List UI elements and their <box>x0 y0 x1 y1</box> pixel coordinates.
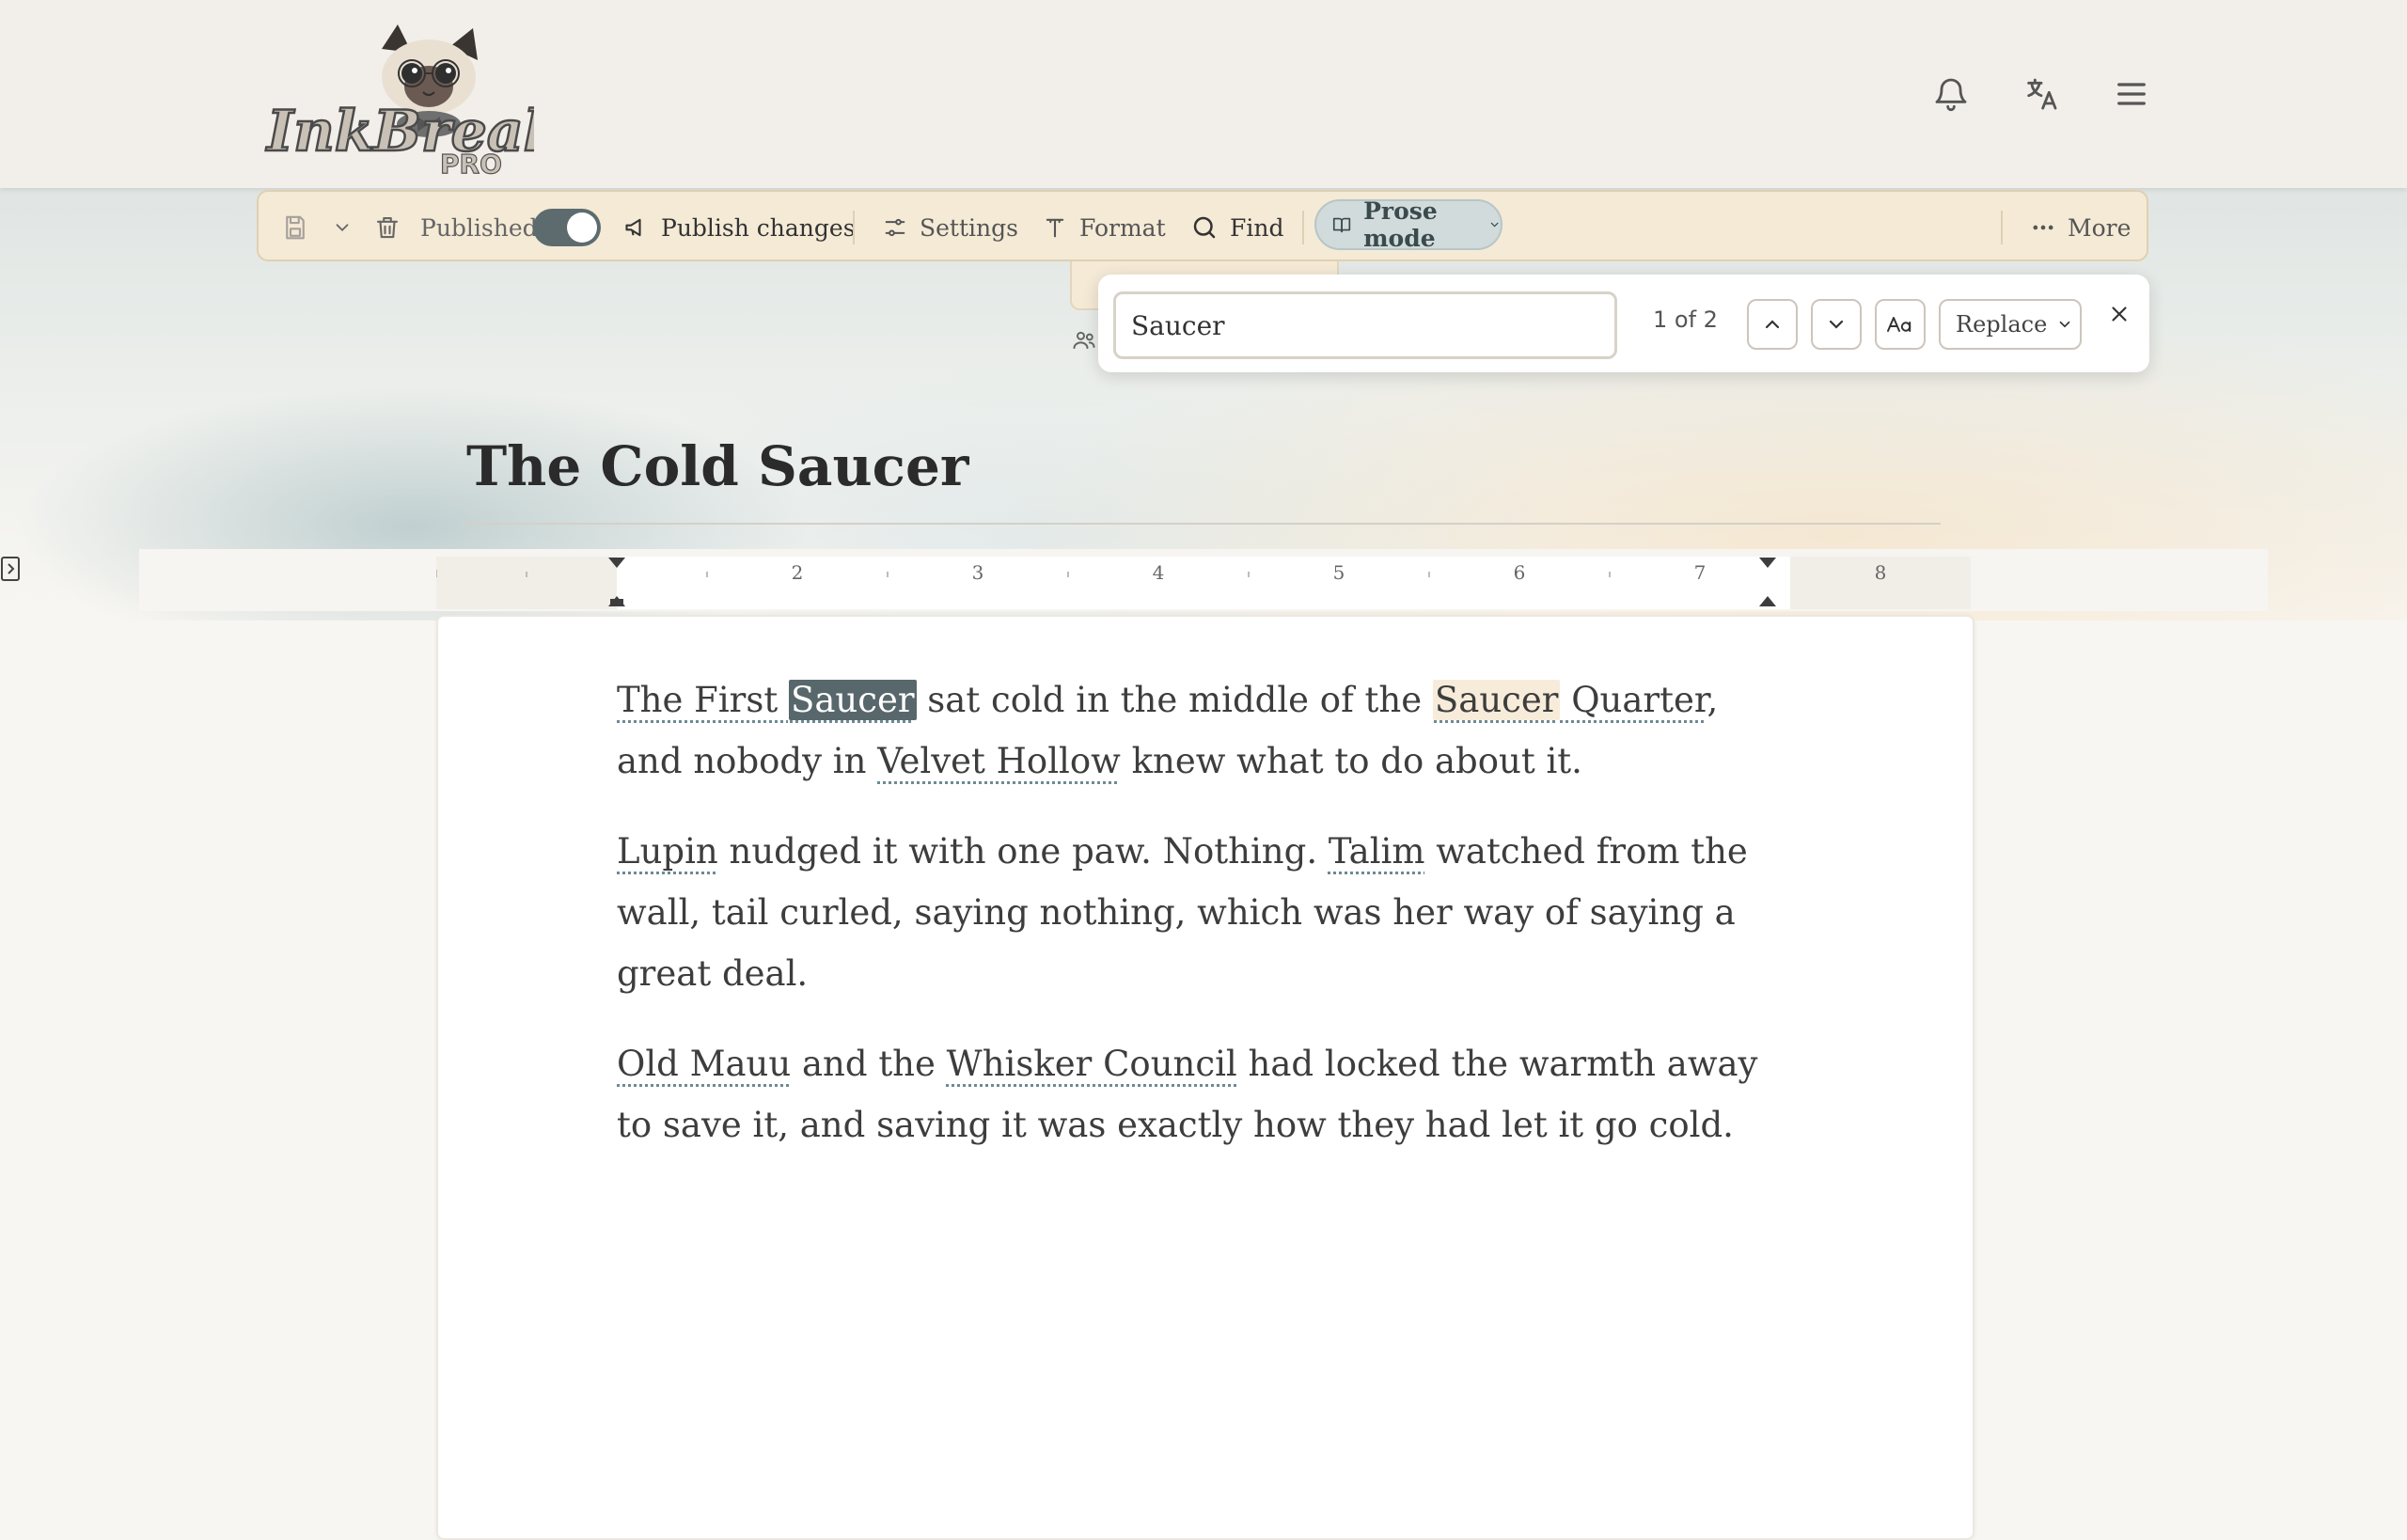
app-header: InkBreaker PRO <box>0 0 2407 188</box>
entity-link-talim[interactable]: Talim <box>1329 831 1425 872</box>
entity-text: The First <box>617 680 789 720</box>
find-input[interactable] <box>1113 291 1617 359</box>
save-button[interactable] <box>281 192 309 263</box>
more-dots-icon <box>2033 225 2053 230</box>
search-match: Saucer <box>1432 680 1561 720</box>
close-icon <box>2112 306 2127 322</box>
ruler[interactable]: 2 3 4 5 6 7 8 <box>435 557 1971 609</box>
title-divider <box>466 523 1941 525</box>
sliders-icon <box>885 218 905 237</box>
paragraph-text: nudged it with one paw. Nothing. <box>717 831 1329 872</box>
entity-link-lupin[interactable]: Lupin <box>617 831 718 872</box>
document-body[interactable]: The First Saucer sat cold in the middle … <box>617 669 1792 1185</box>
ruler-label: 2 <box>792 561 804 584</box>
ruler-label: 5 <box>1333 561 1345 584</box>
hamburger-menu-icon[interactable] <box>2105 68 2158 120</box>
trash-icon <box>376 216 399 239</box>
sidebar-expand-icon[interactable] <box>0 555 23 583</box>
chevron-up-icon <box>1765 320 1780 329</box>
format-button[interactable]: Format <box>1042 192 1166 263</box>
prose-mode-button[interactable]: Prose mode <box>1314 197 1502 252</box>
match-case-icon <box>1887 317 1911 332</box>
entity-link-whisker-council[interactable]: Whisker Council <box>947 1044 1237 1084</box>
chevron-down-icon <box>2059 321 2070 328</box>
text-format-icon <box>1046 218 1064 238</box>
replace-dropdown[interactable]: Replace <box>1939 299 2082 350</box>
publish-changes-button[interactable]: Publish changes <box>623 192 856 263</box>
format-label: Format <box>1079 213 1166 242</box>
published-label: Published <box>420 213 538 242</box>
replace-label: Replace <box>1956 311 2048 338</box>
more-button[interactable]: More <box>2030 192 2131 263</box>
previous-match-button[interactable] <box>1747 299 1798 350</box>
entity-link-saucer-quarter[interactable]: Saucer Quarter <box>1432 680 1707 720</box>
match-counter: 1 of 2 <box>1653 306 1718 333</box>
find-button[interactable]: Find <box>1190 192 1283 263</box>
entity-link-the-first-saucer[interactable]: The First Saucer <box>617 680 917 720</box>
publish-changes-label: Publish changes <box>661 213 856 242</box>
collaborators-icon[interactable] <box>1071 327 1097 354</box>
editor-toolbar: Published Publish changes Settings Forma… <box>257 190 2148 261</box>
find-label: Find <box>1230 213 1284 242</box>
ruler-label: 8 <box>1875 561 1887 584</box>
published-status-label: Published <box>420 192 538 263</box>
close-find-button[interactable] <box>2099 293 2140 335</box>
paragraph-text: sat cold in the middle of the <box>916 680 1433 720</box>
toolbar-divider <box>2001 211 2003 244</box>
match-case-button[interactable] <box>1875 299 1926 350</box>
paragraph-text: knew what to do about it. <box>1120 741 1582 781</box>
more-label: More <box>2068 213 2132 242</box>
paragraph[interactable]: The First Saucer sat cold in the middle … <box>617 669 1792 792</box>
megaphone-icon <box>625 218 641 237</box>
document-title[interactable]: The Cold Saucer <box>466 434 968 498</box>
chevron-down-icon <box>336 224 349 232</box>
find-panel: 1 of 2 Replace <box>1098 275 2149 372</box>
toolbar-divider <box>1302 211 1304 244</box>
paragraph-text: and the <box>791 1044 947 1084</box>
logo-tier: PRO <box>440 149 502 179</box>
search-icon <box>1193 216 1216 239</box>
delete-button[interactable] <box>373 192 401 263</box>
chevron-down-icon <box>1829 320 1844 329</box>
published-toggle[interactable] <box>533 209 601 246</box>
toolbar-divider <box>853 211 855 244</box>
chevron-down-icon <box>1490 222 1499 228</box>
toggle-knob <box>567 212 597 243</box>
settings-button[interactable]: Settings <box>882 192 1018 263</box>
paragraph[interactable]: Old Mauu and the Whisker Council had loc… <box>617 1033 1792 1155</box>
ruler-label: 3 <box>972 561 984 584</box>
open-book-icon <box>1332 217 1351 233</box>
paragraph[interactable]: Lupin nudged it with one paw. Nothing. T… <box>617 821 1792 1004</box>
entity-text: Quarter <box>1560 680 1707 720</box>
next-match-button[interactable] <box>1811 299 1862 350</box>
save-options-dropdown[interactable] <box>332 192 353 263</box>
translate-icon[interactable] <box>2015 68 2068 120</box>
notifications-bell-icon[interactable] <box>1925 68 1977 120</box>
ruler-label: 4 <box>1153 561 1165 584</box>
ruler-label: 6 <box>1514 561 1526 584</box>
ruler-label: 7 <box>1694 561 1707 584</box>
search-match-current: Saucer <box>788 680 917 720</box>
left-margin-marker <box>610 599 623 606</box>
prose-mode-label: Prose mode <box>1363 197 1438 252</box>
save-icon <box>286 215 305 240</box>
settings-label: Settings <box>920 213 1018 242</box>
entity-link-old-mauu[interactable]: Old Mauu <box>617 1044 791 1084</box>
entity-link-velvet-hollow[interactable]: Velvet Hollow <box>877 741 1121 781</box>
inkbreaker-logo[interactable]: InkBreaker PRO <box>261 19 634 181</box>
